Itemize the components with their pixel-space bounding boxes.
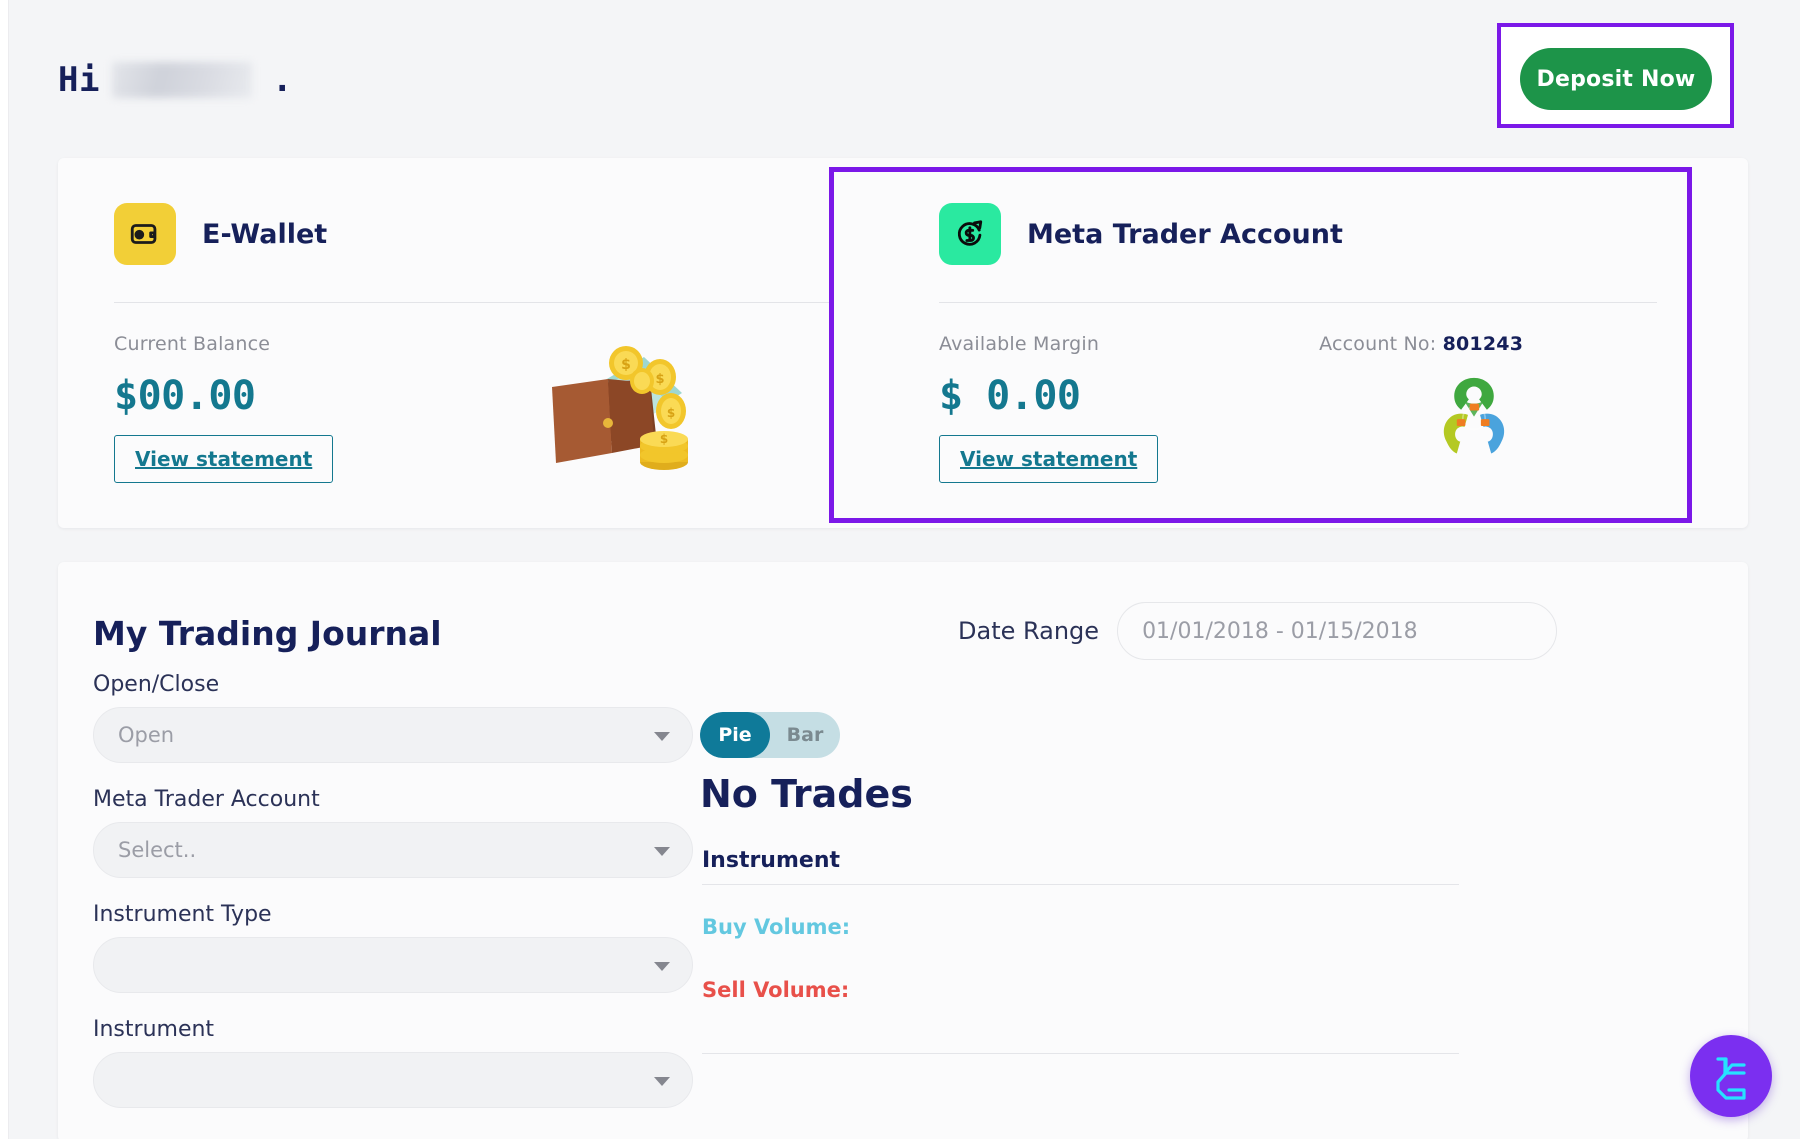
svg-text:$: $ — [621, 357, 631, 373]
open-close-select[interactable]: Open — [93, 707, 693, 763]
ewallet-card: E-Wallet Current Balance $00.00 View sta… — [78, 158, 868, 528]
dollar-growth-icon — [939, 203, 1001, 265]
ewallet-balance-value: $00.00 — [114, 373, 256, 419]
field-instrument-type-label: Instrument Type — [93, 902, 272, 927]
journal-filters: Open/Close Open Meta Trader Account Sele… — [93, 672, 693, 1132]
meta-trader-account-value: Select.. — [118, 838, 197, 862]
page-root: Hi . Deposit Now E-Wallet Current Balanc… — [0, 0, 1800, 1139]
chart-type-pie-option[interactable]: Pie — [700, 712, 770, 758]
deposit-now-button[interactable]: Deposit Now — [1520, 48, 1712, 110]
redacted-user-name — [111, 62, 252, 98]
left-rail — [0, 0, 9, 1139]
greeting-prefix: Hi — [58, 60, 100, 100]
chart-type-bar-option[interactable]: Bar — [770, 712, 840, 758]
chevron-down-icon — [654, 962, 670, 971]
wallet-icon — [114, 203, 176, 265]
chevron-down-icon — [654, 732, 670, 741]
field-meta-trader-account-label: Meta Trader Account — [93, 787, 320, 812]
account-no-label: Account No: — [1319, 333, 1437, 355]
date-range-input[interactable]: 01/01/2018 - 01/15/2018 — [1117, 602, 1558, 660]
greeting-suffix: . — [271, 60, 293, 100]
greeting-row: Hi . — [58, 42, 1748, 118]
ewallet-header: E-Wallet — [114, 202, 832, 266]
instrument-column-header: Instrument — [702, 848, 840, 873]
chevron-down-icon — [654, 847, 670, 856]
empty-state-message: No Trades — [700, 772, 913, 816]
ewallet-view-statement-button[interactable]: View statement — [114, 435, 334, 483]
chart-type-toggle-group: Pie Bar — [700, 712, 840, 758]
wallet-illustration: $ $ $ $ — [532, 327, 702, 482]
accounts-panel: E-Wallet Current Balance $00.00 View sta… — [58, 158, 1748, 528]
metatrader-divider — [939, 302, 1657, 303]
greeting: Hi . — [58, 42, 1748, 118]
divider-top — [702, 884, 1459, 885]
metatrader-card: Meta Trader Account Available Margin Acc… — [903, 158, 1693, 528]
ewallet-title: E-Wallet — [202, 218, 328, 250]
metatrader-margin-label: Available Margin — [939, 333, 1100, 355]
buy-volume-label: Buy Volume: — [702, 915, 851, 939]
divider-bottom — [702, 1053, 1459, 1054]
metatrader-logo-icon — [1431, 371, 1517, 462]
lc-logo-icon[interactable] — [1690, 1035, 1772, 1117]
ewallet-body: Current Balance $00.00 View statement $ … — [114, 333, 832, 513]
field-meta-trader-account: Meta Trader Account Select.. — [93, 787, 693, 878]
page-title: My Trading Journal — [93, 614, 442, 653]
field-open-close-label: Open/Close — [93, 672, 220, 697]
metatrader-margin-value: $ 0.00 — [939, 373, 1081, 419]
open-close-value: Open — [118, 723, 175, 747]
instrument-type-select[interactable] — [93, 937, 693, 993]
field-instrument-type: Instrument Type — [93, 902, 693, 993]
metatrader-view-statement-button[interactable]: View statement — [939, 435, 1159, 483]
date-range-label: Date Range — [958, 617, 1100, 645]
ewallet-divider — [114, 302, 832, 303]
metatrader-header: Meta Trader Account — [939, 202, 1657, 266]
account-no-value: 801243 — [1442, 333, 1524, 355]
svg-text:$: $ — [655, 372, 664, 387]
chevron-down-icon — [654, 1077, 670, 1086]
metatrader-title: Meta Trader Account — [1027, 218, 1343, 250]
svg-text:$: $ — [667, 406, 675, 420]
field-open-close: Open/Close Open — [93, 672, 693, 763]
ewallet-balance-label: Current Balance — [114, 333, 271, 355]
field-instrument-label: Instrument — [93, 1017, 215, 1042]
field-instrument: Instrument — [93, 1017, 693, 1108]
instrument-select[interactable] — [93, 1052, 693, 1108]
date-range-row: Date Range 01/01/2018 - 01/15/2018 — [958, 602, 1558, 660]
sell-volume-label: Sell Volume: — [702, 978, 850, 1002]
svg-text:$: $ — [660, 432, 668, 446]
metatrader-body: Available Margin Account No: 801243 $ 0.… — [939, 333, 1657, 513]
metatrader-account-no: Account No: 801243 — [1319, 333, 1523, 355]
meta-trader-account-select[interactable]: Select.. — [93, 822, 693, 878]
metatrader-meta-row: Available Margin Account No: 801243 — [939, 333, 1657, 355]
